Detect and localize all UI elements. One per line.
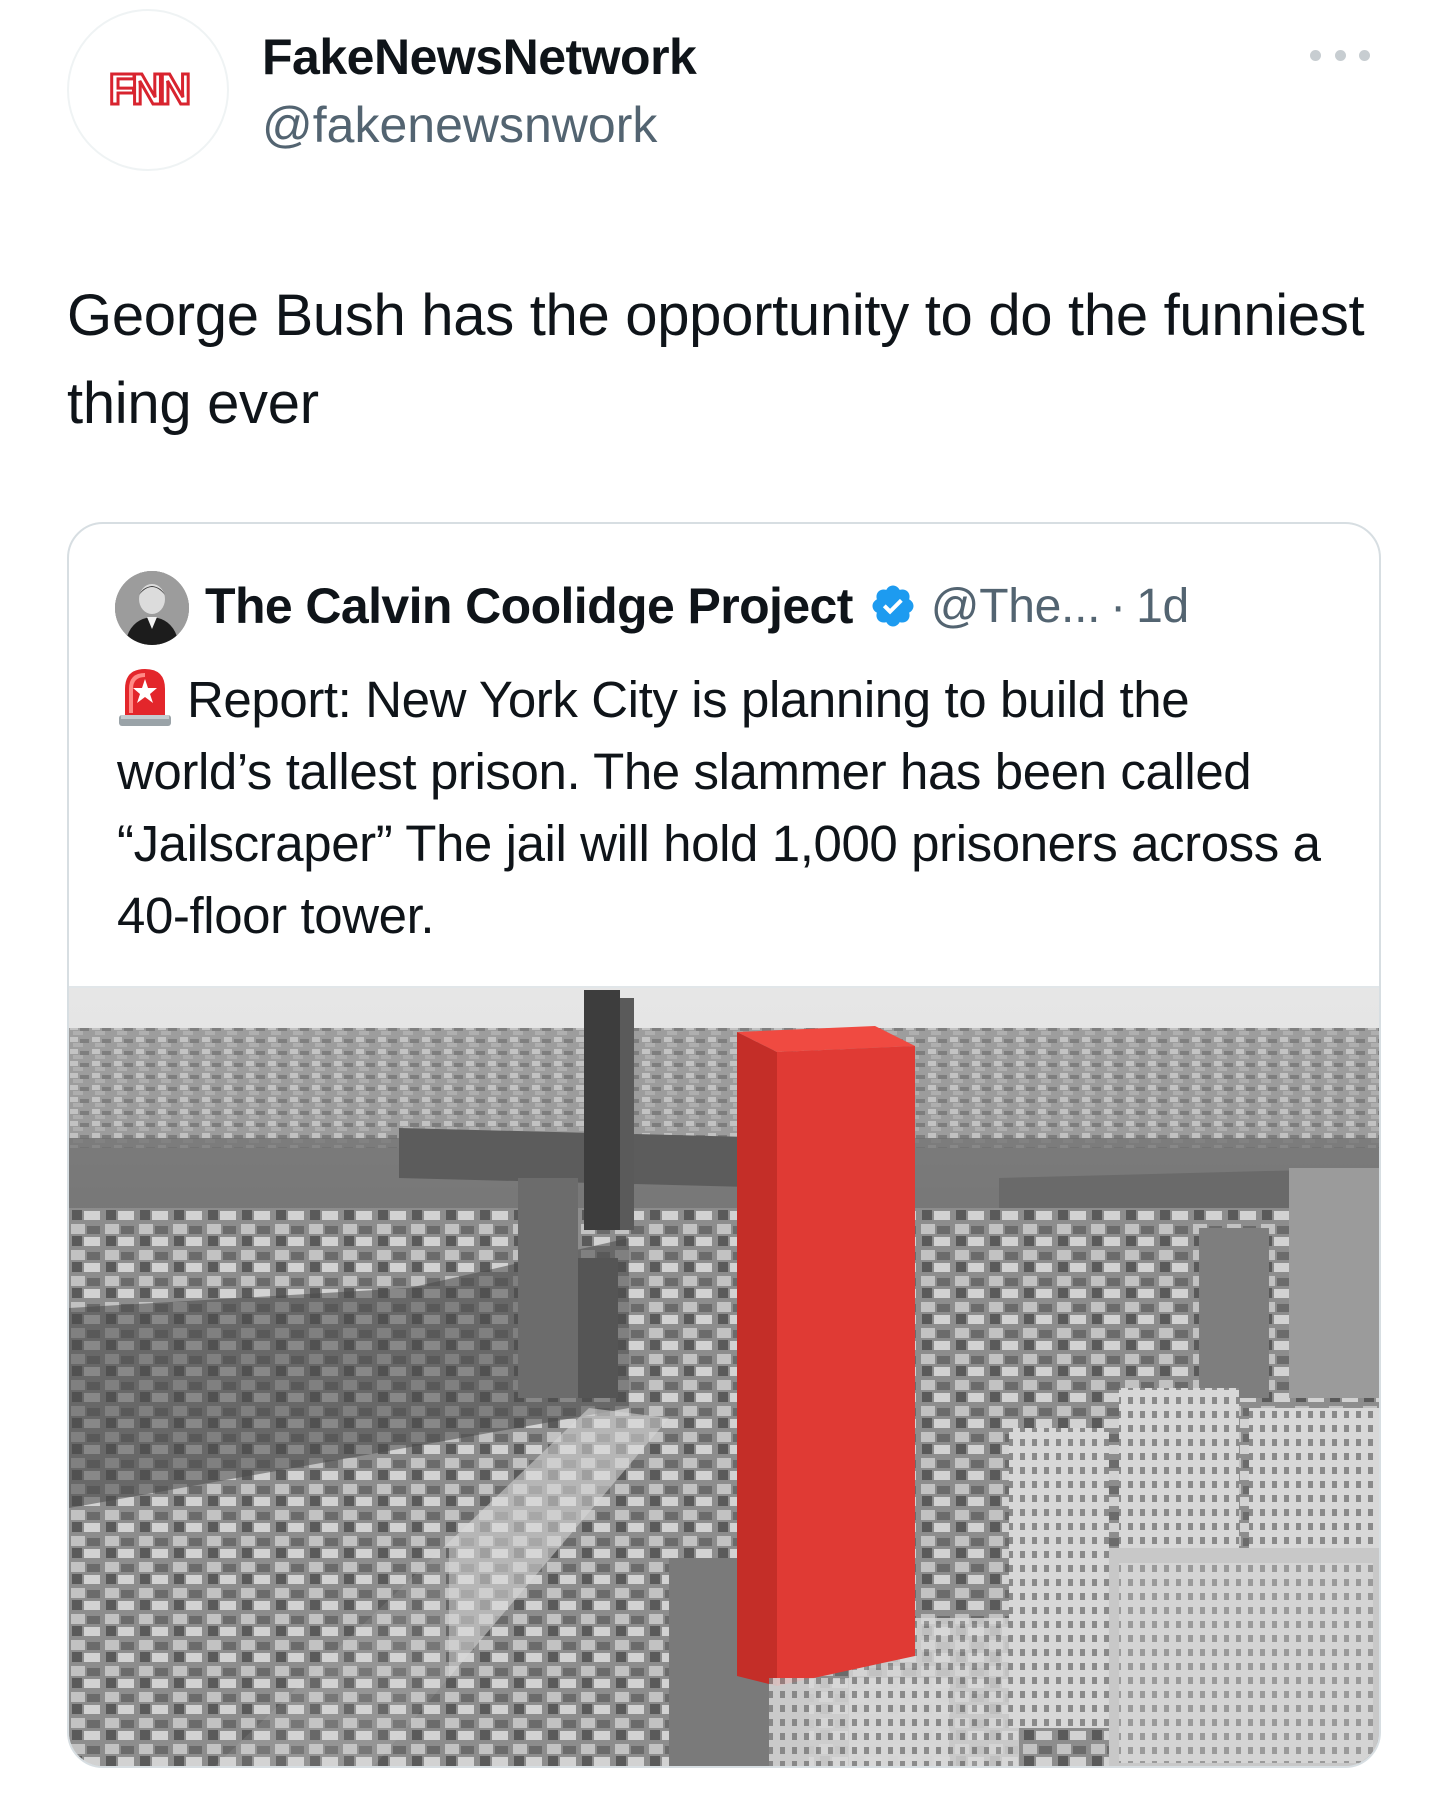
quoted-text: Report: New York City is planning to bui… [117,671,1321,944]
police-siren-icon [119,669,171,726]
author-block: FakeNewsNetwork @fakenewsnwork [262,22,697,160]
quoted-header: The Calvin Coolidge Project @The... · 1d [205,568,1189,644]
more-options-button[interactable] [1310,40,1370,70]
fnn-logo-text: FNN [109,65,189,114]
more-horizontal-icon-dot [1334,49,1346,61]
quoted-text-block: Report: New York City is planning to bui… [117,664,1357,952]
city-skyline-photo [69,988,1379,1766]
author-display-name[interactable]: FakeNewsNetwork [262,22,697,92]
verified-badge-icon [872,585,914,627]
quoted-media-photo[interactable] [69,986,1379,1766]
meta-separator: · [1110,579,1127,633]
quoted-display-name[interactable]: The Calvin Coolidge Project [205,577,853,635]
more-horizontal-icon-dot [1310,49,1321,61]
more-horizontal-icon-dot [1359,49,1370,61]
author-handle[interactable]: @fakenewsnwork [262,90,696,160]
portrait-icon [115,571,189,645]
quoted-handle[interactable]: @The... [931,579,1101,634]
quoted-tweet-card[interactable]: The Calvin Coolidge Project @The... · 1d… [67,522,1381,1768]
tweet: FNN FakeNewsNetwork @fakenewsnwork Georg… [0,0,1440,1800]
tweet-text: George Bush has the opportunity to do th… [67,283,1365,436]
author-avatar[interactable]: FNN [67,9,229,171]
red-jail-tower [737,1026,915,1686]
quoted-author-avatar[interactable] [115,571,189,645]
quoted-timestamp[interactable]: 1d [1136,579,1189,634]
fnn-logo-icon: FNN [107,64,194,116]
